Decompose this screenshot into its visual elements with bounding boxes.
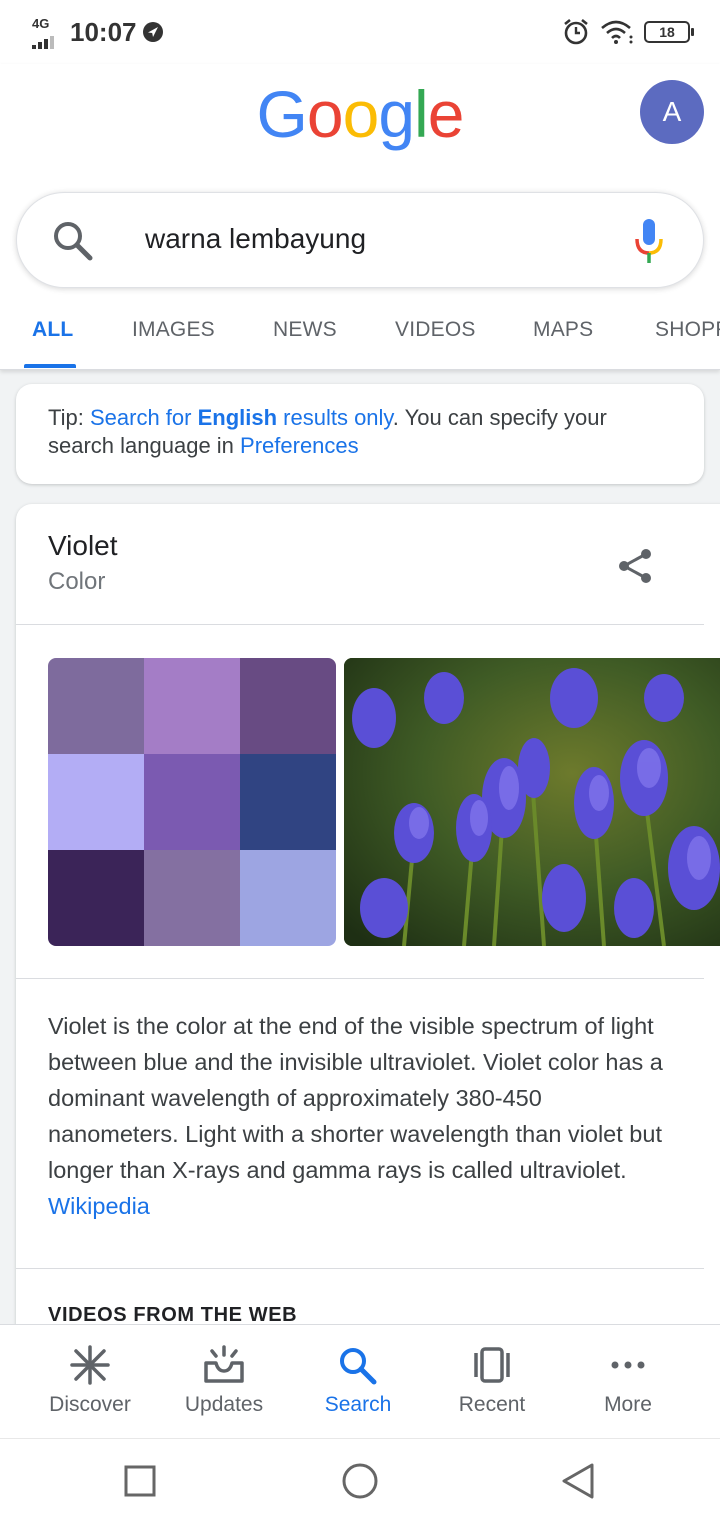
tab-all[interactable]: ALL xyxy=(32,318,73,342)
recents-square-icon[interactable] xyxy=(120,1461,160,1501)
navigation-arrow-icon xyxy=(143,22,163,42)
search-box[interactable]: warna lembayung xyxy=(16,192,704,288)
nav-label: Discover xyxy=(49,1393,131,1416)
kp-description: Violet is the color at the end of the vi… xyxy=(48,1008,678,1224)
home-circle-icon[interactable] xyxy=(340,1461,380,1501)
network-type: 4G xyxy=(32,16,50,31)
system-navigation-bar xyxy=(0,1438,720,1520)
search-icon[interactable] xyxy=(51,219,95,263)
asterisk-icon xyxy=(70,1345,110,1385)
google-logo[interactable]: Google xyxy=(0,76,720,152)
english-link-suffix: results only xyxy=(277,405,393,430)
logo-letter: g xyxy=(378,77,415,151)
kp-subtitle: Color xyxy=(48,568,106,595)
nav-discover[interactable]: Discover xyxy=(18,1325,162,1439)
tab-news[interactable]: NEWS xyxy=(273,318,337,342)
search-header: Google A warna lembayung ALL IMAGES NEWS… xyxy=(0,64,720,370)
logo-letter: l xyxy=(414,77,429,151)
logo-letter: o xyxy=(306,77,344,151)
english-link-text: Search for xyxy=(89,405,198,430)
search-tabs: ALL IMAGES NEWS VIDEOS MAPS SHOPP xyxy=(0,304,720,370)
recent-cards-icon xyxy=(474,1347,510,1383)
color-swatch xyxy=(48,658,144,754)
color-swatch xyxy=(240,658,336,754)
tab-images[interactable]: IMAGES xyxy=(132,318,215,342)
battery-icon: 18 xyxy=(644,21,694,43)
logo-letter: G xyxy=(256,77,308,151)
alarm-icon xyxy=(564,18,588,45)
color-swatch xyxy=(240,754,336,850)
nav-search[interactable]: Search xyxy=(286,1325,430,1439)
color-swatch-grid[interactable] xyxy=(48,658,336,946)
lavender-photo[interactable] xyxy=(344,658,720,946)
clock: 10:07 xyxy=(70,17,137,47)
nav-label: More xyxy=(604,1393,652,1416)
updates-tray-icon xyxy=(204,1345,244,1383)
english-link-bold: English xyxy=(197,405,278,430)
color-swatch xyxy=(144,754,240,850)
search-input[interactable]: warna lembayung xyxy=(145,223,366,255)
account-avatar[interactable]: A xyxy=(640,80,704,144)
divider xyxy=(16,624,704,625)
divider xyxy=(16,978,704,979)
logo-letter: e xyxy=(427,77,465,151)
preferences-link[interactable]: Preferences xyxy=(240,433,359,458)
color-swatch xyxy=(144,850,240,946)
tab-maps[interactable]: MAPS xyxy=(533,318,593,342)
color-swatch xyxy=(144,658,240,754)
description-text: Violet is the color at the end of the vi… xyxy=(48,1013,663,1183)
tip-prefix: Tip: xyxy=(48,405,90,430)
wikipedia-link[interactable]: Wikipedia xyxy=(48,1193,150,1219)
tab-videos[interactable]: VIDEOS xyxy=(395,318,476,342)
knowledge-panel: Violet Color Violet is the color at the … xyxy=(16,504,720,1364)
nav-updates[interactable]: Updates xyxy=(152,1325,296,1439)
more-dots-icon xyxy=(611,1361,645,1369)
status-bar: 4G 10:07 18 xyxy=(0,0,720,64)
nav-recent[interactable]: Recent xyxy=(420,1325,564,1439)
color-swatch xyxy=(48,754,144,850)
nav-label: Updates xyxy=(184,1393,264,1416)
signal-icon: 4G xyxy=(30,16,62,49)
color-swatch xyxy=(240,850,336,946)
tab-shopping[interactable]: SHOPP xyxy=(655,318,720,342)
language-tip-card: Tip: Search for English results only. Yo… xyxy=(16,384,704,484)
divider xyxy=(16,1268,704,1269)
kp-title: Violet xyxy=(48,530,118,561)
logo-letter: o xyxy=(342,77,380,151)
active-tab-indicator xyxy=(24,364,76,368)
nav-label: Search xyxy=(324,1393,392,1416)
nav-more[interactable]: More xyxy=(556,1325,700,1439)
english-only-link[interactable]: Search for English results only xyxy=(90,405,393,430)
back-triangle-icon[interactable] xyxy=(558,1461,598,1501)
microphone-icon[interactable] xyxy=(633,217,665,265)
color-swatch xyxy=(48,850,144,946)
nav-label: Recent xyxy=(458,1393,526,1416)
search-icon xyxy=(340,1348,377,1385)
bottom-navigation: Discover Updates Search Recent More xyxy=(0,1324,720,1438)
wifi-icon xyxy=(601,20,633,44)
share-icon[interactable] xyxy=(616,546,656,586)
